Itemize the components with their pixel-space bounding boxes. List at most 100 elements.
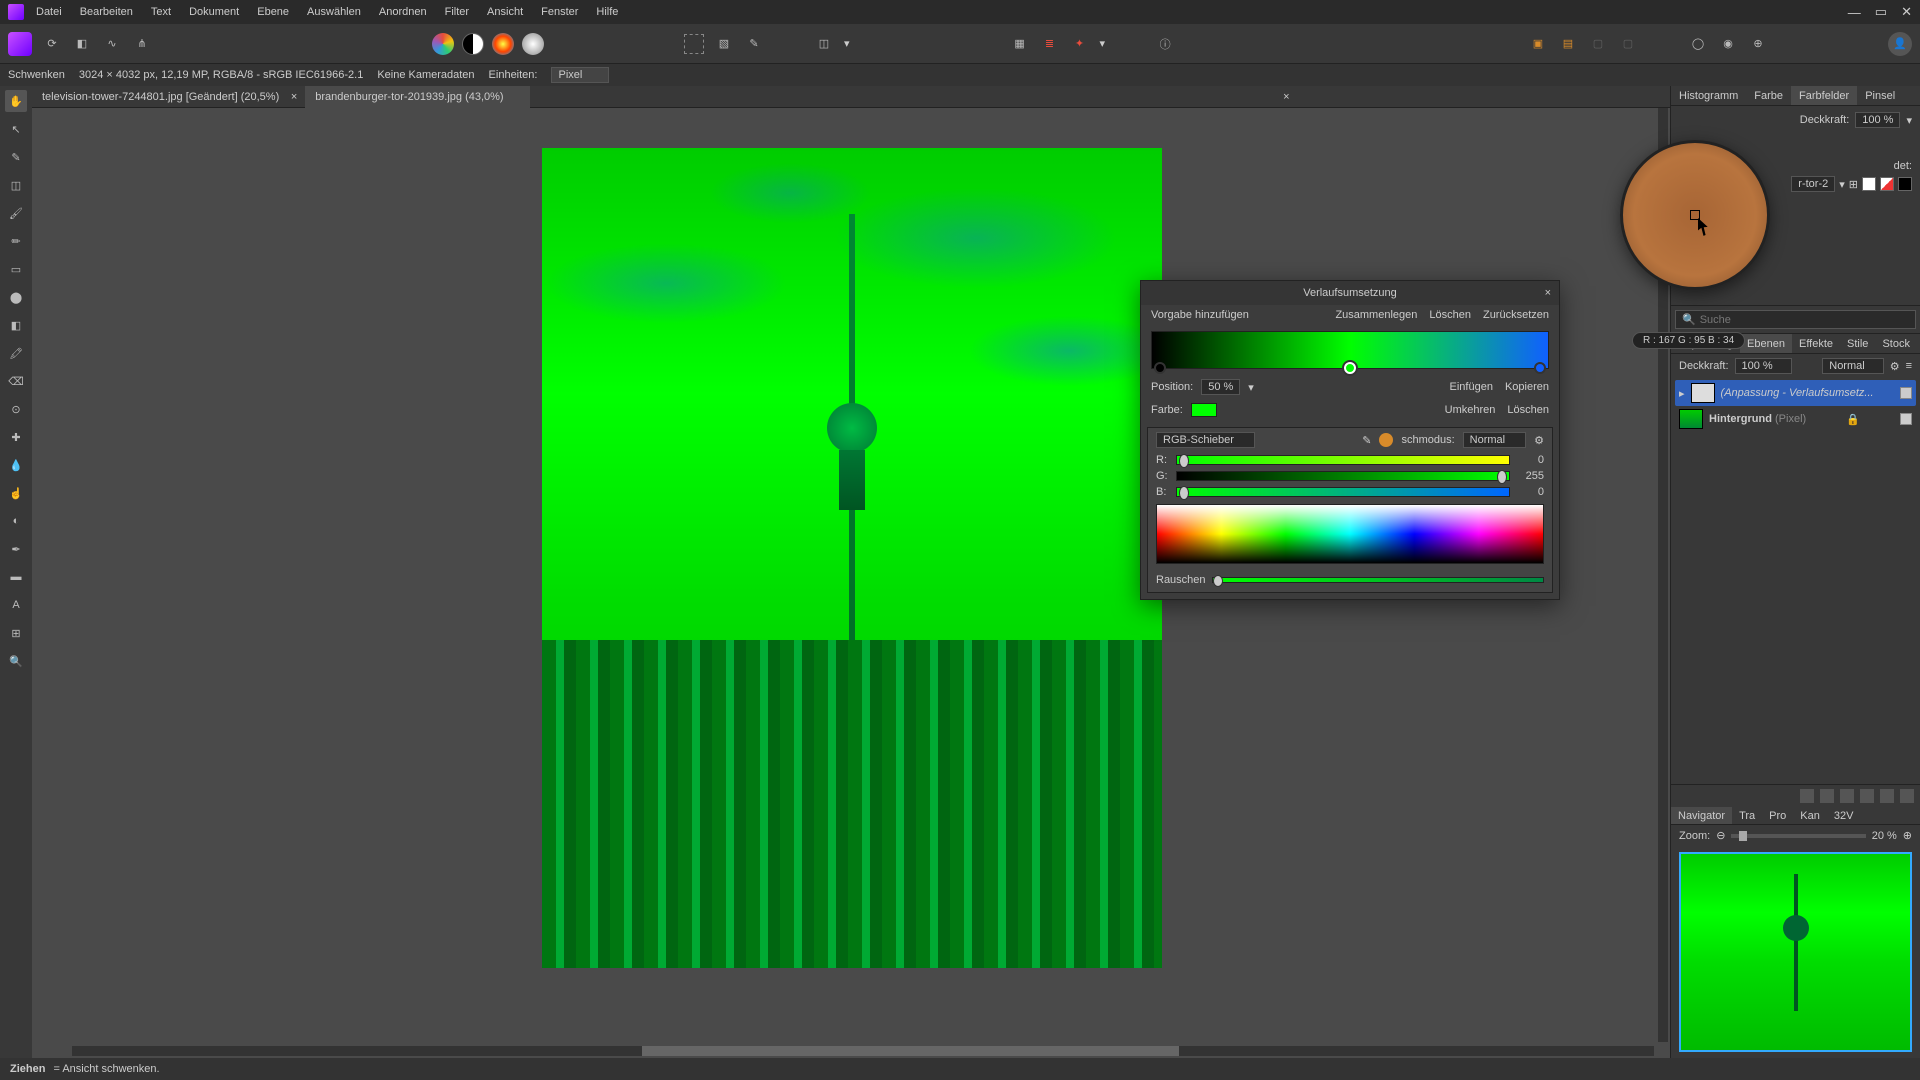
text-tool-icon[interactable]: A bbox=[5, 594, 27, 616]
lock-icon[interactable]: 🔒 bbox=[1846, 413, 1860, 426]
color-picker-tool-icon[interactable]: ✎ bbox=[5, 146, 27, 168]
heal-tool-icon[interactable]: ✚ bbox=[5, 426, 27, 448]
blur-tool-icon[interactable]: 💧 bbox=[5, 454, 27, 476]
zoom-out-icon[interactable]: ⊖ bbox=[1716, 829, 1725, 842]
expand-icon[interactable]: ▸ bbox=[1679, 387, 1685, 400]
dropdown-caret-icon[interactable]: ▾ bbox=[1906, 114, 1912, 127]
panel-tab-tra[interactable]: Tra bbox=[1732, 807, 1762, 824]
menu-anordnen[interactable]: Anordnen bbox=[379, 6, 427, 18]
add-layer-icon[interactable] bbox=[1880, 789, 1894, 803]
menu-ansicht[interactable]: Ansicht bbox=[487, 6, 523, 18]
panel-tab-stock[interactable]: Stock bbox=[1875, 334, 1917, 353]
g-slider[interactable] bbox=[1176, 471, 1510, 481]
fx-icon[interactable] bbox=[1840, 789, 1854, 803]
dropdown-caret-icon[interactable]: ▾ bbox=[1839, 178, 1845, 191]
align-icon[interactable]: ≣ bbox=[1040, 34, 1060, 54]
picker-mode-select[interactable]: RGB-Schieber bbox=[1156, 432, 1255, 448]
g-value[interactable]: 255 bbox=[1516, 470, 1544, 482]
circles-icon[interactable]: ◉ bbox=[1718, 34, 1738, 54]
tab-close-icon[interactable]: × bbox=[1283, 91, 1289, 103]
mesh-tool-icon[interactable]: ⊞ bbox=[5, 622, 27, 644]
navigator-preview[interactable] bbox=[1679, 852, 1912, 1052]
layer-visible-checkbox[interactable]: ✓ bbox=[1900, 413, 1912, 425]
selection-tool-icon[interactable] bbox=[684, 34, 704, 54]
document-tab[interactable]: brandenburger-tor-201939.jpg (43,0%) × bbox=[305, 86, 529, 108]
gradient-stop[interactable] bbox=[1154, 362, 1166, 374]
r-slider[interactable] bbox=[1176, 455, 1510, 465]
panel-tab-farbfelder[interactable]: Farbfelder bbox=[1791, 86, 1857, 105]
document-image[interactable] bbox=[542, 148, 1162, 968]
eraser-tool-icon[interactable]: ⌫ bbox=[5, 370, 27, 392]
zoom-slider[interactable] bbox=[1731, 834, 1865, 838]
stack-icon[interactable]: ▣ bbox=[1528, 34, 1548, 54]
dropdown-caret-icon[interactable]: ▾ bbox=[1100, 37, 1106, 50]
account-icon[interactable]: 👤 bbox=[1888, 32, 1912, 56]
panel-tab-32v[interactable]: 32V bbox=[1827, 807, 1861, 824]
eyedropper-icon[interactable]: ✎ bbox=[1362, 434, 1371, 447]
circle-icon[interactable]: ◯ bbox=[1688, 34, 1708, 54]
selection-add-icon[interactable]: ▧ bbox=[714, 34, 734, 54]
b-value[interactable]: 0 bbox=[1516, 486, 1544, 498]
menu-fenster[interactable]: Fenster bbox=[541, 6, 578, 18]
panel-tab-farbe[interactable]: Farbe bbox=[1746, 86, 1791, 105]
dropdown-caret-icon[interactable]: ▾ bbox=[844, 37, 850, 50]
swatch-group-select[interactable]: r-tor-2 bbox=[1791, 176, 1835, 192]
wave-icon[interactable]: ∿ bbox=[102, 34, 122, 54]
panel-tab-histogramm[interactable]: Histogramm bbox=[1671, 86, 1746, 105]
insert-button[interactable]: Einfügen bbox=[1450, 381, 1493, 393]
info-icon[interactable]: ⓘ bbox=[1155, 34, 1175, 54]
menu-text[interactable]: Text bbox=[151, 6, 171, 18]
copy-button[interactable]: Kopieren bbox=[1505, 381, 1549, 393]
layer-row[interactable]: Hintergrund (Pixel) 🔒 ✓ bbox=[1675, 406, 1916, 432]
zoom-value[interactable]: 20 % bbox=[1872, 830, 1897, 842]
persona-liquify-icon[interactable] bbox=[462, 33, 484, 55]
crop-layer-icon[interactable] bbox=[1860, 789, 1874, 803]
reload-icon[interactable]: ⟳ bbox=[42, 34, 62, 54]
dialog-close-icon[interactable]: × bbox=[1545, 287, 1551, 299]
mask-icon[interactable] bbox=[1800, 789, 1814, 803]
wand-icon[interactable]: ✦ bbox=[1070, 34, 1090, 54]
blend-mode-select[interactable]: Normal bbox=[1463, 432, 1526, 448]
swatch-none[interactable] bbox=[1880, 177, 1894, 191]
panel-tab-pinsel[interactable]: Pinsel bbox=[1857, 86, 1903, 105]
pencil-tool-icon[interactable]: ✏ bbox=[5, 230, 27, 252]
gradient-stop-selected[interactable] bbox=[1344, 362, 1356, 374]
merge-button[interactable]: Zusammenlegen bbox=[1335, 309, 1417, 321]
menu-bearbeiten[interactable]: Bearbeiten bbox=[80, 6, 133, 18]
persona-export-icon[interactable] bbox=[522, 33, 544, 55]
shape-tool-icon[interactable]: ▬ bbox=[5, 566, 27, 588]
gear-icon[interactable]: ⚙ bbox=[1890, 360, 1900, 373]
panel-tab-pro[interactable]: Pro bbox=[1762, 807, 1793, 824]
swatch[interactable] bbox=[1862, 177, 1876, 191]
menu-hilfe[interactable]: Hilfe bbox=[596, 6, 618, 18]
window-close-icon[interactable]: ✕ bbox=[1901, 4, 1912, 20]
quick-mask-icon[interactable]: ✎ bbox=[744, 34, 764, 54]
marquee-tool-icon[interactable]: ▭ bbox=[5, 258, 27, 280]
menu-auswaehlen[interactable]: Auswählen bbox=[307, 6, 361, 18]
delete-button[interactable]: Löschen bbox=[1429, 309, 1471, 321]
layer-visible-checkbox[interactable]: ✓ bbox=[1900, 387, 1912, 399]
smudge-tool-icon[interactable]: ☝ bbox=[5, 482, 27, 504]
document-tab[interactable]: television-tower-7244801.jpg [Geändert] … bbox=[32, 86, 305, 108]
clone-tool-icon[interactable]: ⊙ bbox=[5, 398, 27, 420]
brush-tool-icon[interactable]: 🖌 bbox=[5, 202, 27, 224]
zoom-tool-icon[interactable]: 🔍 bbox=[5, 650, 27, 672]
crop-icon[interactable]: ◫ bbox=[814, 34, 834, 54]
zoom-in-icon[interactable]: ⊕ bbox=[1903, 829, 1912, 842]
persona-develop-icon[interactable] bbox=[492, 33, 514, 55]
stack2-icon[interactable]: ▤ bbox=[1558, 34, 1578, 54]
blend-mode-select[interactable]: Normal bbox=[1822, 358, 1883, 374]
share-icon[interactable]: ⋔ bbox=[132, 34, 152, 54]
persona-photo-icon[interactable] bbox=[432, 33, 454, 55]
reset-button[interactable]: Zurücksetzen bbox=[1483, 309, 1549, 321]
flood-tool-icon[interactable]: ⬤ bbox=[5, 286, 27, 308]
invert-button[interactable]: Umkehren bbox=[1445, 404, 1496, 416]
menu-icon[interactable]: ≡ bbox=[1906, 360, 1912, 372]
panel-tab-ebenen[interactable]: Ebenen bbox=[1740, 334, 1792, 353]
r-value[interactable]: 0 bbox=[1516, 454, 1544, 466]
swatch[interactable] bbox=[1898, 177, 1912, 191]
adjust-icon[interactable] bbox=[1820, 789, 1834, 803]
window-maximize-icon[interactable]: ▭ bbox=[1875, 4, 1887, 20]
menu-filter[interactable]: Filter bbox=[445, 6, 469, 18]
delete-stop-button[interactable]: Löschen bbox=[1507, 404, 1549, 416]
